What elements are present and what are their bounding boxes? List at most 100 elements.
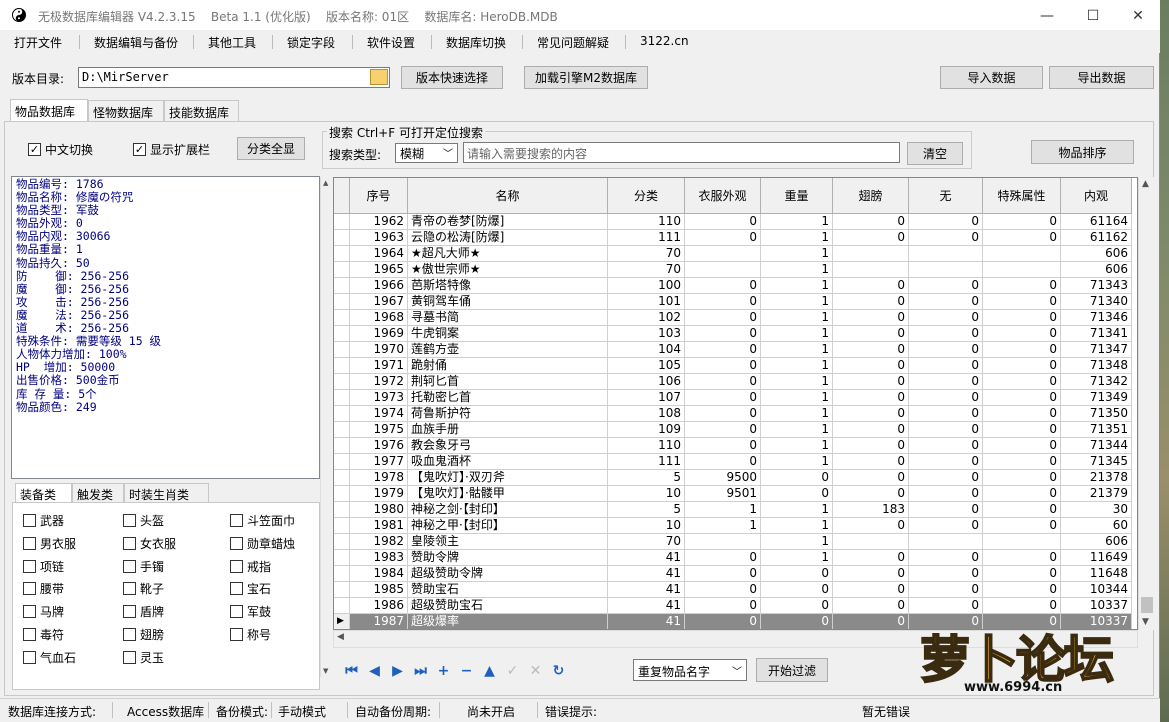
column-header[interactable]: 序号 [350, 178, 408, 214]
menu-faq[interactable]: 常见问题解疑 [537, 34, 609, 51]
table-cell[interactable]: 110 [608, 438, 685, 454]
table-cell[interactable]: 1966 [350, 278, 408, 294]
table-cell[interactable]: 0 [833, 294, 909, 310]
table-cell[interactable]: 0 [833, 406, 909, 422]
table-cell[interactable]: 寻墓书简 [408, 310, 608, 326]
category-checkbox[interactable]: 气血石 [23, 649, 76, 666]
table-cell[interactable] [833, 246, 909, 262]
table-cell[interactable]: 0 [761, 486, 833, 502]
table-cell[interactable]: 110 [608, 214, 685, 230]
table-row[interactable]: 1967 黄铜驾车俑 101 0 1 0 0 0 71340 [334, 294, 1132, 310]
table-cell[interactable]: 0 [761, 598, 833, 614]
table-cell[interactable]: 0 [833, 230, 909, 246]
table-cell[interactable]: 0 [983, 598, 1061, 614]
table-cell[interactable]: 1963 [350, 230, 408, 246]
table-cell[interactable]: 0 [833, 598, 909, 614]
table-row[interactable]: 1979 【鬼吹灯】·骷髅甲 10 9501 0 0 0 0 21379 [334, 486, 1132, 502]
table-cell[interactable]: 0 [761, 566, 833, 582]
table-cell[interactable]: 云隐の松涛[防爆] [408, 230, 608, 246]
scroll-thumb[interactable] [1141, 597, 1153, 613]
table-cell[interactable]: 0 [983, 326, 1061, 342]
table-cell[interactable]: 5 [608, 502, 685, 518]
table-cell[interactable]: 0 [685, 598, 761, 614]
table-cell[interactable]: 104 [608, 342, 685, 358]
table-row[interactable]: 1976 教会象牙弓 110 0 1 0 0 0 71344 [334, 438, 1132, 454]
table-row[interactable]: 1971 跪射俑 105 0 1 0 0 0 71348 [334, 358, 1132, 374]
table-cell[interactable]: 1968 [350, 310, 408, 326]
table-cell[interactable]: 1987 [350, 614, 408, 629]
filter-select[interactable]: 重复物品名字 ﹀ [633, 659, 747, 681]
table-cell[interactable]: 1 [685, 502, 761, 518]
category-checkbox[interactable]: 靴子 [123, 580, 164, 597]
table-cell[interactable]: 0 [685, 614, 761, 629]
table-cell[interactable]: ★傲世宗师★ [408, 262, 608, 278]
table-cell[interactable]: 109 [608, 422, 685, 438]
table-cell[interactable]: 183 [833, 502, 909, 518]
table-cell[interactable]: 11648 [1061, 566, 1132, 582]
table-cell[interactable]: 1 [761, 246, 833, 262]
table-cell[interactable]: 0 [983, 550, 1061, 566]
table-cell[interactable]: 21379 [1061, 486, 1132, 502]
table-cell[interactable]: 0 [833, 438, 909, 454]
table-cell[interactable]: ★超凡大师★ [408, 246, 608, 262]
table-cell[interactable]: 103 [608, 326, 685, 342]
table-cell[interactable]: 【鬼吹灯】·骷髅甲 [408, 486, 608, 502]
table-cell[interactable]: 0 [909, 502, 983, 518]
table-cell[interactable]: 皇陵领主 [408, 534, 608, 550]
table-row[interactable]: 1975 血族手册 109 0 1 0 0 0 71351 [334, 422, 1132, 438]
table-cell[interactable]: 1 [761, 310, 833, 326]
table-cell[interactable]: 1 [761, 534, 833, 550]
table-cell[interactable]: 41 [608, 582, 685, 598]
table-cell[interactable]: 1964 [350, 246, 408, 262]
table-row[interactable]: 1963 云隐の松涛[防爆] 111 0 1 0 0 0 61162 [334, 230, 1132, 246]
table-cell[interactable] [833, 534, 909, 550]
table-row[interactable]: 1977 吸血鬼酒杯 111 0 1 0 0 0 71345 [334, 454, 1132, 470]
table-cell[interactable]: 0 [909, 550, 983, 566]
table-cell[interactable]: 1969 [350, 326, 408, 342]
table-row[interactable]: 1986 超级赞助宝石 41 0 0 0 0 0 10337 [334, 598, 1132, 614]
table-cell[interactable]: 芭斯塔特像 [408, 278, 608, 294]
category-checkbox[interactable]: 女衣服 [123, 535, 176, 552]
table-cell[interactable]: 1971 [350, 358, 408, 374]
table-cell[interactable]: 莲鹤方壶 [408, 342, 608, 358]
table-cell[interactable]: 0 [983, 278, 1061, 294]
start-filter-button[interactable]: 开始过滤 [756, 658, 828, 682]
table-cell[interactable]: 0 [833, 486, 909, 502]
table-cell[interactable]: 【鬼吹灯】·双刃斧 [408, 470, 608, 486]
table-row[interactable]: 1962 青帝の卷梦[防爆] 110 0 1 0 0 0 61164 [334, 214, 1132, 230]
table-row[interactable]: 1965 ★傲世宗师★ 70 1 606 [334, 262, 1132, 278]
table-cell[interactable]: 0 [983, 390, 1061, 406]
table-cell[interactable]: 0 [833, 550, 909, 566]
table-row[interactable]: 1982 皇陵领主 70 1 606 [334, 534, 1132, 550]
maximize-button[interactable]: ☐ [1070, 0, 1116, 31]
table-cell[interactable]: 0 [909, 278, 983, 294]
category-checkbox[interactable]: 毒符 [23, 626, 64, 643]
table-cell[interactable]: 0 [909, 374, 983, 390]
table-cell[interactable]: 0 [983, 486, 1061, 502]
column-header[interactable]: 翅膀 [833, 178, 909, 214]
column-header[interactable]: 特殊属性 [983, 178, 1061, 214]
table-cell[interactable]: 吸血鬼酒杯 [408, 454, 608, 470]
table-cell[interactable]: 41 [608, 550, 685, 566]
table-cell[interactable]: 0 [685, 454, 761, 470]
table-cell[interactable]: 1973 [350, 390, 408, 406]
table-row[interactable]: 1970 莲鹤方壶 104 0 1 0 0 0 71347 [334, 342, 1132, 358]
table-cell[interactable]: 1976 [350, 438, 408, 454]
table-cell[interactable]: 30 [1061, 502, 1132, 518]
table-cell[interactable]: 血族手册 [408, 422, 608, 438]
table-cell[interactable]: 41 [608, 566, 685, 582]
table-cell[interactable]: 0 [833, 518, 909, 534]
table-cell[interactable]: 71348 [1061, 358, 1132, 374]
table-row[interactable]: 1983 赞助令牌 41 0 1 0 0 0 11649 [334, 550, 1132, 566]
table-cell[interactable]: 1982 [350, 534, 408, 550]
table-cell[interactable]: 0 [685, 550, 761, 566]
export-button[interactable]: 导出数据 [1049, 66, 1154, 89]
table-cell[interactable]: 赞助宝石 [408, 582, 608, 598]
table-cell[interactable]: 0 [909, 294, 983, 310]
table-cell[interactable] [909, 534, 983, 550]
category-checkbox[interactable]: 项链 [23, 558, 64, 575]
table-cell[interactable]: 0 [685, 310, 761, 326]
folder-icon[interactable] [370, 69, 388, 85]
table-cell[interactable]: 71342 [1061, 374, 1132, 390]
table-cell[interactable]: 0 [983, 214, 1061, 230]
